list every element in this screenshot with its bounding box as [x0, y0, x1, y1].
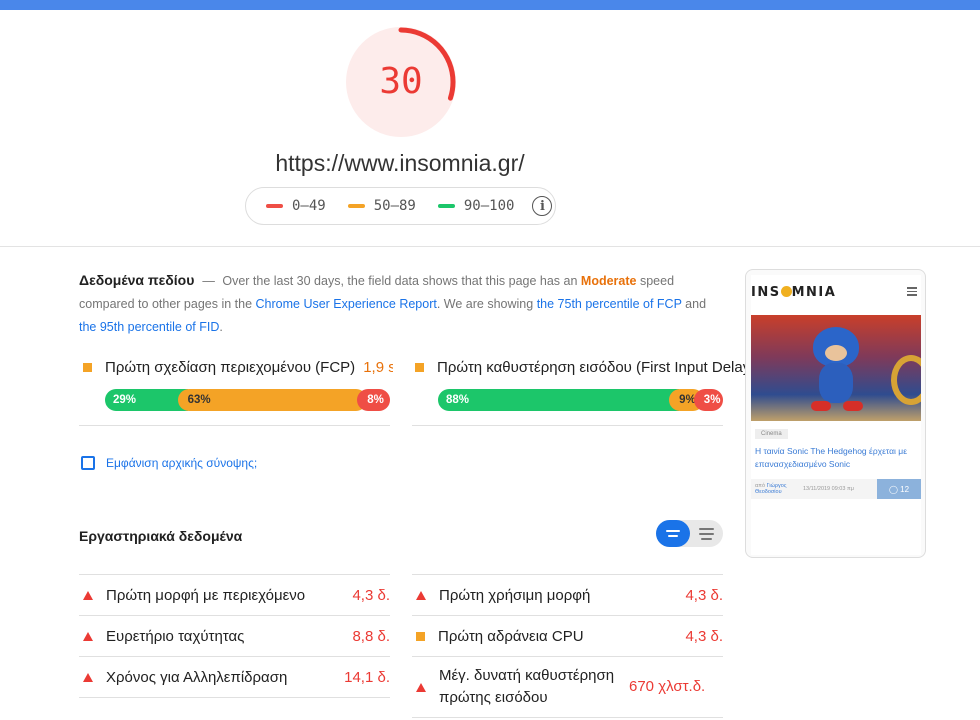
section-divider — [0, 246, 980, 247]
average-square-icon — [415, 362, 424, 372]
sonic-face-shape — [825, 345, 847, 361]
summary-view-icon[interactable] — [656, 520, 690, 547]
average-square-icon — [416, 631, 425, 641]
article-meta: από Γιώργος Θεοδοσίου 13/11/2019 09:03 π… — [751, 479, 921, 499]
dist-slow: 8% — [357, 389, 390, 411]
field-data-description: Δεδομένα πεδίου — Over the last 30 days, … — [79, 272, 707, 334]
fid-percentile-link[interactable]: the 95th percentile of FID — [79, 320, 219, 334]
lab-row-fcp: Πρώτη μορφή με περιεχόμενο 4,3 δ. — [83, 575, 390, 615]
field-rating: Moderate — [580, 274, 637, 288]
lab-row-fmp: Πρώτη χρήσιμη μορφή 4,3 δ. — [416, 575, 723, 615]
ring-shape — [891, 355, 921, 405]
metric-fcp-value: 1,9 s — [363, 358, 393, 376]
article-headline: Η ταινία Sonic The Hedgehog έρχεται με ε… — [755, 446, 907, 469]
insomnia-logo: INS MNIA — [751, 285, 837, 300]
legend-label: 0–49 — [292, 198, 326, 214]
sonic-shoe-shape — [811, 401, 831, 411]
row-divider — [79, 425, 390, 426]
lab-row-tti: Χρόνος για Αλληλεπίδραση 14,1 δ. — [83, 657, 390, 697]
row-divider — [412, 717, 723, 718]
comment-count: ◯ 12 — [877, 479, 921, 499]
legend-swatch-orange — [347, 204, 365, 208]
row-divider — [412, 656, 723, 657]
dist-average: 63% — [177, 389, 368, 411]
row-divider — [412, 425, 723, 426]
sonic-shoe-shape — [843, 401, 863, 411]
origin-summary-checkbox[interactable] — [81, 456, 95, 470]
metric-fcp: Πρώτη σχεδίαση περιεχομένου (FCP) 1,9 s — [83, 355, 393, 379]
lab-row-max-fid: Μέγ. δυνατή καθυστέρηση πρώτης εισόδου 6… — [416, 659, 723, 715]
legend-swatch-red — [266, 204, 283, 208]
lab-row-speed-index: Ευρετήριο ταχύτητας 8,8 δ. — [83, 616, 390, 656]
row-divider — [79, 697, 390, 698]
fcp-percentile-link[interactable]: the 75th percentile of FCP — [537, 297, 682, 311]
origin-summary-toggle[interactable]: Εμφάνιση αρχικής σύνοψης; — [81, 456, 257, 470]
hero-image — [751, 315, 921, 421]
crux-report-link[interactable]: Chrome User Experience Report — [256, 297, 437, 311]
fail-triangle-icon — [416, 682, 426, 692]
field-data-title: Δεδομένα πεδίου — [79, 272, 195, 288]
dist-slow: 3% — [693, 389, 723, 411]
legend-item-average: 50–89 — [347, 198, 416, 214]
legend-label: 90–100 — [463, 198, 515, 214]
fail-triangle-icon — [83, 590, 93, 600]
view-toggle[interactable] — [656, 520, 723, 547]
menu-icon — [907, 287, 917, 298]
fail-triangle-icon — [83, 631, 93, 641]
phone-screen: INS MNIA Cinema Η ταινία Sonic The Hedgeh… — [751, 275, 921, 555]
origin-summary-label[interactable]: Εμφάνιση αρχικής σύνοψης; — [106, 456, 257, 470]
legend-item-pass: 90–100 — [437, 198, 515, 214]
dist-fast: 29% — [105, 389, 188, 411]
dist-fast: 88% — [438, 389, 680, 411]
fail-triangle-icon — [416, 590, 426, 600]
metric-fcp-label: Πρώτη σχεδίαση περιεχομένου (FCP) — [105, 358, 356, 376]
top-accent-bar — [0, 0, 980, 10]
metric-fid: Πρώτη καθυστέρηση εισόδου (First Input D… — [415, 355, 745, 379]
performance-score: 30 — [379, 61, 423, 102]
detailed-view-icon[interactable] — [690, 520, 723, 547]
legend-item-fail: 0–49 — [266, 198, 326, 214]
info-icon[interactable]: i — [532, 196, 553, 216]
fid-distribution-bar: 88% 9% 3% — [438, 389, 723, 411]
article-date: 13/11/2019 09:03 πμ — [803, 486, 854, 492]
tested-url: https://www.insomnia.gr/ — [275, 150, 525, 176]
lab-data-title: Εργαστηριακά δεδομένα — [79, 528, 243, 544]
page-screenshot-preview: INS MNIA Cinema Η ταινία Sonic The Hedgeh… — [745, 269, 926, 558]
category-tag: Cinema — [755, 429, 788, 439]
legend-swatch-green — [437, 204, 455, 208]
fail-triangle-icon — [83, 672, 93, 682]
metric-fid-label: Πρώτη καθυστέρηση εισόδου (First Input D… — [437, 358, 745, 376]
fcp-distribution-bar: 29% 63% 8% — [105, 389, 390, 411]
lab-row-cpu-idle: Πρώτη αδράνεια CPU 4,3 δ. — [416, 616, 723, 656]
average-square-icon — [83, 362, 92, 372]
performance-score-gauge: 30 — [346, 27, 456, 137]
sonic-body-shape — [819, 363, 853, 403]
legend-label: 50–89 — [373, 198, 416, 214]
article-author: από Γιώργος Θεοδοσίου — [755, 483, 787, 495]
score-legend: 0–49 50–89 90–100 i — [245, 187, 556, 225]
